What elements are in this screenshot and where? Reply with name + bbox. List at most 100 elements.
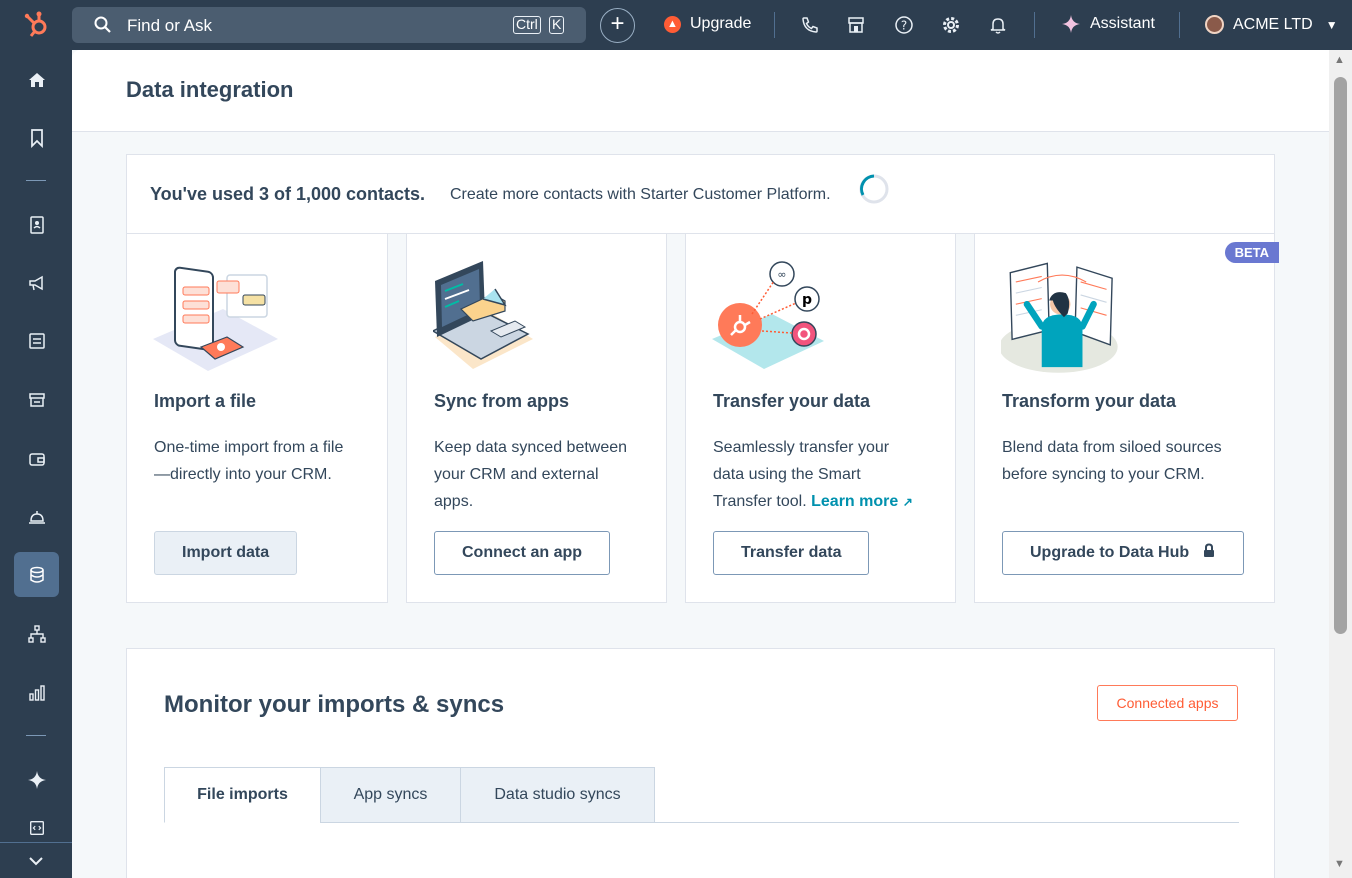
- sidebar-item-automation[interactable]: [14, 611, 59, 656]
- card-description: Keep data synced between your CRM and ex…: [434, 439, 628, 510]
- bar-chart-icon: [28, 684, 45, 701]
- divider: [1034, 12, 1035, 38]
- import-file-card: Import a file One-time import from a fil…: [126, 233, 388, 603]
- ctrl-key-hint: Ctrl: [513, 16, 541, 34]
- sidebar-item-breeze[interactable]: [14, 757, 59, 802]
- hubspot-logo-icon[interactable]: [22, 10, 52, 40]
- storefront-icon: [28, 392, 45, 407]
- upgrade-arrow-icon: ▲: [664, 15, 681, 33]
- contacts-icon: [29, 215, 44, 234]
- transfer-data-button[interactable]: Transfer data: [713, 531, 870, 575]
- card-title: Import a file: [154, 391, 257, 411]
- k-key-hint: K: [549, 16, 565, 34]
- sidebar-item-contacts[interactable]: [14, 202, 59, 247]
- assistant-button[interactable]: Assistant: [1062, 15, 1155, 33]
- scrollbar-thumb[interactable]: [1334, 77, 1347, 634]
- tab-file-imports[interactable]: File imports: [164, 767, 321, 823]
- lock-icon: [1203, 543, 1214, 557]
- page-scrollbar[interactable]: ▲ ▼: [1329, 50, 1352, 878]
- scroll-down-arrow-icon[interactable]: ▼: [1334, 858, 1345, 870]
- create-new-button[interactable]: +: [600, 8, 635, 43]
- learn-more-link[interactable]: Learn more ↗: [811, 493, 913, 510]
- home-icon: [28, 72, 45, 87]
- account-menu[interactable]: ACME LTD ▼: [1205, 15, 1338, 34]
- settings-gear-icon[interactable]: [941, 15, 961, 35]
- sidebar-item-service[interactable]: [14, 494, 59, 539]
- sidebar-item-marketing[interactable]: [14, 260, 59, 305]
- search-bar[interactable]: Find or Ask Ctrl K: [72, 7, 586, 43]
- beta-badge: BETA: [1224, 242, 1279, 263]
- section-title: Monitor your imports & syncs: [164, 691, 505, 718]
- sidebar-item-payments[interactable]: [14, 436, 59, 481]
- sparkle-icon: [1062, 15, 1080, 33]
- chevron-down-icon: [29, 856, 43, 865]
- transform-data-card: BETA Transform your data Blend data from…: [974, 233, 1279, 603]
- imports-tabs: File imports App syncs Data studio syncs: [164, 767, 1239, 823]
- search-icon: [94, 16, 111, 33]
- transfer-data-illustration-icon: ∞ p: [712, 261, 824, 369]
- sidebar-item-content[interactable]: [14, 318, 59, 363]
- import-data-button[interactable]: Import data: [154, 531, 298, 575]
- wallet-icon: [28, 452, 45, 466]
- sidebar-item-development[interactable]: [14, 814, 59, 842]
- sidebar-item-data-management[interactable]: [14, 552, 59, 597]
- bookmark-icon: [30, 128, 43, 148]
- page-header: Data integration: [72, 50, 1329, 132]
- phone-icon[interactable]: [800, 15, 820, 35]
- svg-text:?: ?: [901, 19, 907, 33]
- card-title: Sync from apps: [434, 391, 570, 411]
- help-icon[interactable]: ?: [894, 15, 914, 35]
- page-title: Data integration: [126, 77, 294, 102]
- card-description: Seamlessly transfer your data using the …: [713, 439, 913, 510]
- connected-apps-button[interactable]: Connected apps: [1097, 685, 1238, 721]
- sidebar-item-bookmarks[interactable]: [14, 115, 59, 160]
- card-title: Transform your data: [1002, 391, 1177, 411]
- divider: [26, 180, 46, 181]
- divider: [1179, 12, 1180, 38]
- scroll-up-arrow-icon[interactable]: ▲: [1334, 54, 1345, 66]
- card-description: One-time import from a file —directly in…: [154, 439, 344, 483]
- upgrade-button[interactable]: ▲ Upgrade: [664, 15, 751, 33]
- sidebar-expand-button[interactable]: [0, 842, 72, 878]
- external-link-icon: ↗: [902, 495, 913, 509]
- megaphone-icon: [28, 275, 43, 290]
- tab-data-studio-syncs[interactable]: Data studio syncs: [460, 767, 655, 823]
- tab-app-syncs[interactable]: App syncs: [320, 767, 461, 823]
- avatar: [1205, 15, 1224, 34]
- marketplace-icon[interactable]: [846, 15, 866, 35]
- search-placeholder: Find or Ask: [127, 16, 213, 35]
- chevron-down-icon: ▼: [1325, 17, 1338, 32]
- left-sidebar: [0, 50, 72, 878]
- monitor-imports-section: Monitor your imports & syncs Connected a…: [126, 648, 1275, 878]
- loading-spinner-icon: [859, 174, 889, 204]
- service-bell-icon: [28, 510, 45, 524]
- upgrade-label: Upgrade: [690, 15, 752, 32]
- usage-count: You've used 3 of 1,000 contacts.: [150, 184, 426, 204]
- code-icon: [29, 821, 44, 835]
- svg-text:p: p: [802, 292, 812, 308]
- account-name: ACME LTD: [1233, 15, 1313, 33]
- sidebar-item-commerce[interactable]: [14, 377, 59, 422]
- sidebar-item-home[interactable]: [14, 57, 59, 102]
- card-title: Transfer your data: [713, 391, 871, 411]
- database-icon: [29, 566, 44, 583]
- divider: [26, 735, 46, 736]
- upgrade-data-hub-button[interactable]: Upgrade to Data Hub: [1002, 531, 1244, 575]
- usage-upsell-text: Create more contacts with Starter Custom…: [450, 186, 831, 203]
- usage-banner: You've used 3 of 1,000 contacts. Create …: [126, 154, 1275, 234]
- main-content: Data integration You've used 3 of 1,000 …: [72, 50, 1329, 878]
- sparkle-icon: [27, 770, 46, 789]
- sync-apps-illustration-icon: [433, 261, 533, 369]
- workflow-icon: [27, 624, 46, 643]
- connect-app-button[interactable]: Connect an app: [434, 531, 611, 575]
- transfer-data-card: ∞ p Transfer your data Seamlessly transf…: [685, 233, 956, 603]
- assistant-label: Assistant: [1090, 15, 1155, 32]
- notifications-bell-icon[interactable]: [988, 15, 1008, 35]
- divider: [774, 12, 775, 38]
- import-file-illustration-icon: [153, 266, 278, 371]
- top-navigation-bar: Find or Ask Ctrl K + ▲ Upgrade ? Assista…: [0, 0, 1352, 50]
- card-description: Blend data from siloed sources before sy…: [1002, 439, 1222, 483]
- sidebar-item-reporting[interactable]: [14, 670, 59, 715]
- content-icon: [28, 332, 45, 349]
- transform-data-illustration-icon: [1001, 262, 1118, 373]
